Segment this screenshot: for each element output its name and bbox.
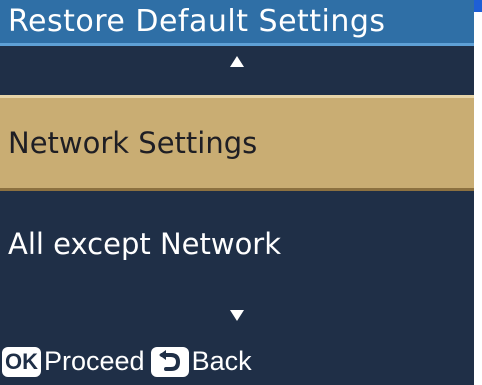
triangle-up-icon [230, 56, 244, 67]
scroll-down-indicator [0, 310, 474, 321]
ok-key-icon[interactable]: OK [2, 346, 41, 377]
lcd-screen: Restore Default Settings Network Setting… [0, 0, 474, 385]
menu-item-all-except-network[interactable]: All except Network [0, 212, 474, 276]
triangle-down-icon [230, 310, 244, 321]
back-label: Back [191, 346, 252, 376]
title-bar: Restore Default Settings [0, 0, 474, 46]
menu-item-label: All except Network [8, 227, 282, 261]
button-guide-bar: OK Proceed Back [0, 338, 474, 385]
scroll-up-indicator [0, 56, 474, 67]
menu-item-label: Network Settings [8, 126, 258, 160]
menu-item-network-settings[interactable]: Network Settings [0, 95, 474, 191]
return-arrow-icon[interactable] [150, 346, 189, 377]
proceed-label: Proceed [44, 346, 145, 376]
screen-title: Restore Default Settings [8, 4, 386, 39]
edge-accent [474, 0, 482, 12]
